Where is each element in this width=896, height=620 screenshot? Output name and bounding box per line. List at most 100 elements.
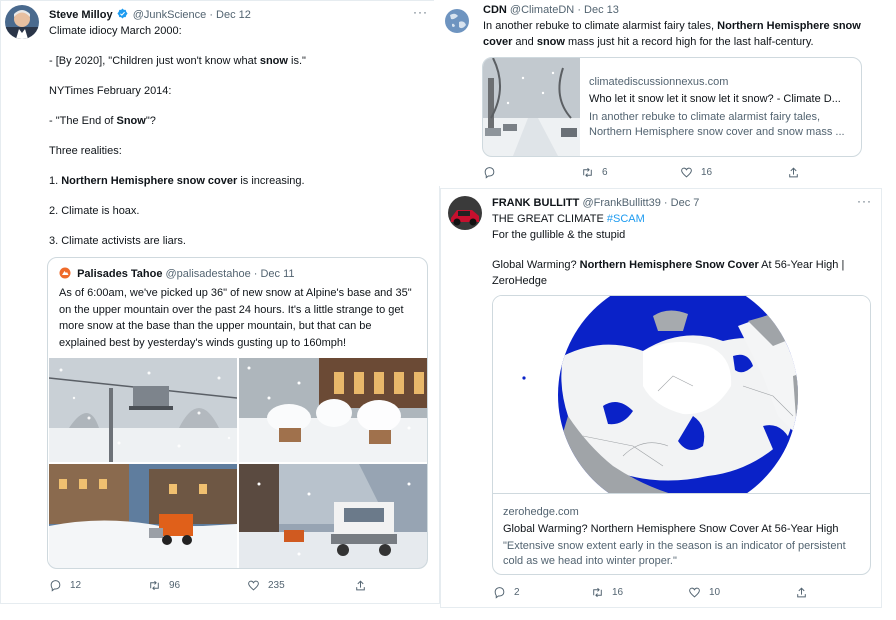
reply-count: 12 bbox=[70, 580, 82, 591]
reply-count: 2 bbox=[514, 587, 520, 598]
author-handle[interactable]: @ClimateDN bbox=[510, 4, 574, 16]
tweet-text: Climate idiocy March 2000: - [By 2020], … bbox=[49, 24, 429, 249]
author-name[interactable]: FRANK BULLITT bbox=[492, 197, 579, 209]
link-card[interactable]: climatediscussionnexus.com Who let it sn… bbox=[482, 57, 862, 157]
photo-chairlift-image bbox=[49, 358, 237, 462]
line-bold: Snow bbox=[116, 115, 146, 127]
reply-button[interactable]: 12 bbox=[49, 579, 148, 592]
tweet-milloy[interactable]: Steve Milloy @JunkScience · Dec 12 ··· C… bbox=[0, 0, 440, 604]
more-icon[interactable]: ··· bbox=[413, 5, 428, 19]
tweet-bullitt[interactable]: FRANK BULLITT @FrankBullitt39 · Dec 7 ··… bbox=[440, 188, 882, 608]
quote-author-handle[interactable]: @palisadestahoe bbox=[166, 268, 251, 280]
snowy-street-image bbox=[483, 58, 580, 156]
hashtag-link[interactable]: #SCAM bbox=[607, 213, 645, 225]
line-bold: Northern Hemisphere snow cover bbox=[61, 175, 238, 187]
separator-dot: · bbox=[253, 268, 258, 280]
quote-text: As of 6:00am, we've picked up 36" of new… bbox=[59, 287, 412, 349]
share-icon bbox=[356, 580, 365, 591]
photo-chairlift[interactable] bbox=[49, 358, 237, 462]
palisades-logo-icon bbox=[59, 267, 71, 279]
retweet-count: 16 bbox=[612, 587, 624, 598]
quote-author-name[interactable]: Palisades Tahoe bbox=[77, 268, 162, 280]
photo-plow-village-image bbox=[49, 464, 237, 568]
photo-snowy-tables[interactable] bbox=[239, 358, 427, 462]
link-card[interactable]: zerohedge.com Global Warming? Northern H… bbox=[492, 295, 871, 575]
tweet-actions: 12 96 235 bbox=[49, 579, 375, 592]
link-domain: climatediscussionnexus.com bbox=[589, 76, 729, 88]
photo-plow-truck-image bbox=[239, 464, 427, 568]
share-button[interactable] bbox=[787, 166, 808, 179]
tweet-line: NYTimes February 2014: bbox=[49, 85, 172, 97]
line-text: THE GREAT CLIMATE bbox=[492, 213, 607, 225]
avatar-milloy[interactable] bbox=[5, 5, 39, 39]
tweet-line: 2. Climate is hoax. bbox=[49, 205, 140, 217]
more-icon[interactable]: ··· bbox=[857, 194, 872, 208]
tweet-cdn[interactable]: CDN @ClimateDN · Dec 13 In another rebuk… bbox=[434, 0, 896, 186]
link-title: Who let it snow let it snow let it snow?… bbox=[589, 93, 841, 105]
tweet-line: For the gullible & the stupid bbox=[492, 228, 626, 241]
tweet-line: Global Warming? Northern Hemisphere Snow… bbox=[492, 258, 862, 289]
reply-icon bbox=[50, 580, 61, 592]
share-button[interactable] bbox=[795, 586, 816, 599]
snow-cover-globe-map bbox=[493, 296, 870, 493]
author-name[interactable]: Steve Milloy bbox=[49, 9, 113, 21]
tweet-line: - "The End of Snow"? bbox=[49, 114, 429, 129]
retweet-button[interactable]: 6 bbox=[581, 166, 680, 179]
author-name[interactable]: CDN bbox=[483, 4, 507, 16]
tweet-line: 3. Climate activists are liars. bbox=[49, 235, 186, 247]
tweet-header: Steve Milloy @JunkScience · Dec 12 bbox=[49, 8, 251, 21]
retweet-icon bbox=[150, 580, 159, 591]
tweet-line: THE GREAT CLIMATE #SCAM bbox=[492, 212, 862, 228]
line-text: is." bbox=[287, 55, 306, 67]
photo-plow-village[interactable] bbox=[49, 464, 237, 568]
retweet-button[interactable]: 16 bbox=[591, 586, 688, 599]
tweet-text: In another rebuke to climate alarmist fa… bbox=[483, 19, 878, 50]
retweet-count: 6 bbox=[602, 167, 608, 178]
retweet-button[interactable]: 96 bbox=[148, 579, 247, 592]
avatar-cdn[interactable] bbox=[442, 6, 472, 36]
author-handle[interactable]: @FrankBullitt39 bbox=[582, 197, 660, 209]
retweet-icon bbox=[583, 167, 592, 178]
share-button[interactable] bbox=[354, 579, 375, 592]
like-count: 235 bbox=[268, 580, 285, 591]
verified-badge-icon bbox=[117, 8, 128, 19]
reply-icon bbox=[494, 587, 505, 599]
line-bold: snow bbox=[259, 55, 288, 67]
text-bold: snow bbox=[536, 35, 565, 48]
line-text: 1. bbox=[49, 175, 62, 187]
like-icon bbox=[248, 580, 259, 591]
link-image bbox=[493, 296, 870, 494]
tweet-header: CDN @ClimateDN · Dec 13 bbox=[483, 4, 619, 16]
quote-date[interactable]: Dec 11 bbox=[260, 268, 294, 280]
like-button[interactable]: 10 bbox=[688, 586, 795, 599]
retweet-count: 96 bbox=[169, 580, 181, 591]
like-button[interactable]: 235 bbox=[247, 579, 354, 592]
quoted-tweet[interactable]: Palisades Tahoe @palisadestahoe · Dec 11… bbox=[47, 257, 428, 569]
avatar-cdn-globe-icon bbox=[442, 6, 472, 36]
tweet-date[interactable]: Dec 13 bbox=[584, 4, 619, 16]
share-icon bbox=[789, 167, 798, 178]
tweet-line: Climate idiocy March 2000: bbox=[49, 25, 182, 37]
reply-button[interactable]: 2 bbox=[493, 586, 591, 599]
tweet-date[interactable]: Dec 7 bbox=[671, 197, 700, 209]
share-icon bbox=[797, 587, 806, 598]
avatar-milloy-image bbox=[5, 5, 39, 39]
photo-plow-truck[interactable] bbox=[239, 464, 427, 568]
tweet-text: THE GREAT CLIMATE #SCAM For the gullible… bbox=[492, 212, 862, 289]
like-count: 16 bbox=[701, 167, 713, 178]
tweet-actions: 2 16 10 bbox=[493, 586, 816, 599]
separator-dot: · bbox=[663, 197, 668, 209]
line-text: - [By 2020], "Children just won't know w… bbox=[49, 55, 260, 67]
avatar-bullitt-car-image bbox=[448, 196, 482, 230]
line-text: "? bbox=[145, 115, 156, 127]
tweet-date[interactable]: Dec 12 bbox=[216, 9, 251, 21]
retweet-icon bbox=[593, 587, 602, 598]
like-button[interactable]: 16 bbox=[680, 166, 787, 179]
link-description: "Extensive snow extent early in the seas… bbox=[503, 540, 846, 567]
reply-button[interactable] bbox=[483, 166, 581, 179]
tweet-line: - [By 2020], "Children just won't know w… bbox=[49, 54, 429, 69]
link-thumbnail bbox=[483, 58, 580, 156]
avatar-bullitt[interactable] bbox=[448, 196, 482, 230]
text-segment: mass just hit a record high for the last… bbox=[564, 35, 814, 48]
author-handle[interactable]: @JunkScience bbox=[133, 9, 207, 21]
